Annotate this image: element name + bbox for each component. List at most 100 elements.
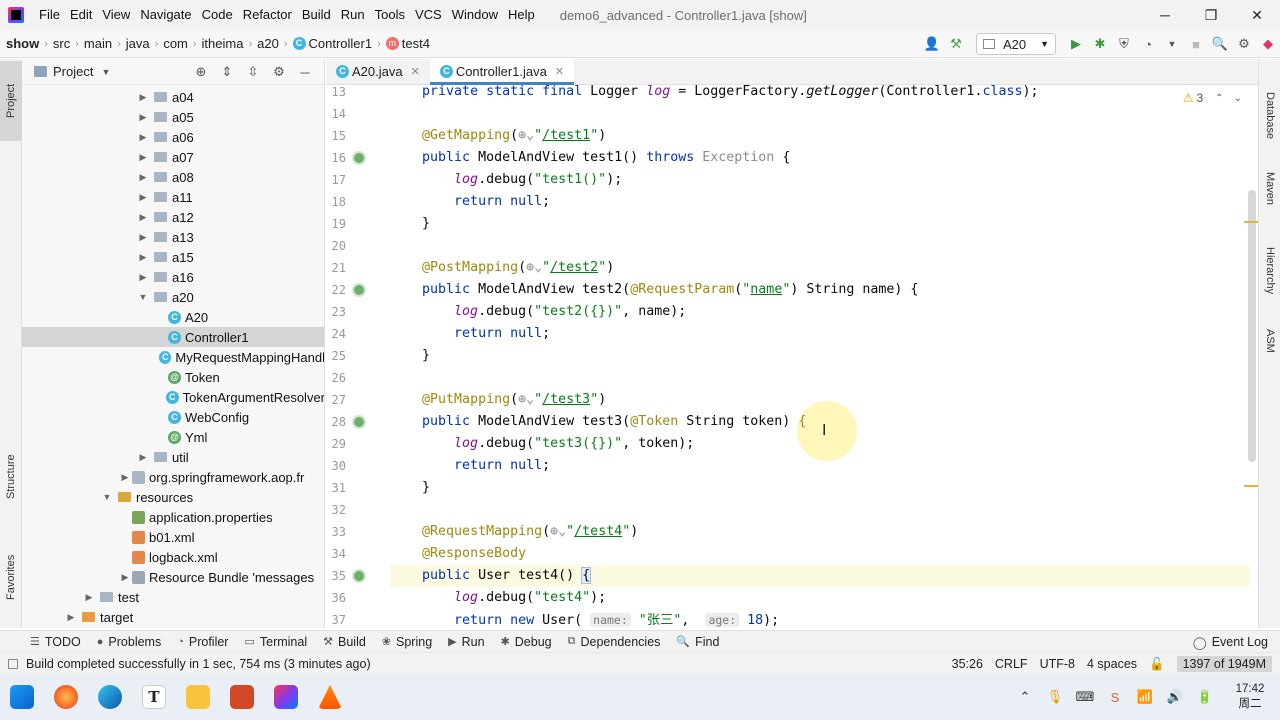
menu-help[interactable]: Help: [503, 0, 540, 30]
chevron-right-icon[interactable]: ▶: [136, 172, 150, 183]
jetbrains-logo-icon[interactable]: ◆: [1256, 36, 1280, 52]
breadcrumb-a20[interactable]: a20: [257, 36, 279, 51]
hammer-build-icon[interactable]: ⚒: [944, 36, 968, 52]
chevron-right-icon[interactable]: ▶: [118, 572, 132, 583]
tree-item[interactable]: ▼ a20: [22, 287, 324, 307]
chevron-right-icon[interactable]: ▶: [64, 612, 78, 623]
tree-item[interactable]: ▶ util: [22, 447, 324, 467]
chevron-right-icon[interactable]: ▶: [136, 132, 150, 143]
menu-tools[interactable]: Tools: [370, 0, 410, 30]
search-icon[interactable]: 🔍: [1208, 36, 1232, 52]
spring-endpoint-icon[interactable]: [352, 569, 366, 583]
tool-tab-database[interactable]: Database: [1259, 81, 1280, 151]
tool-window-todo[interactable]: ☰ TODO: [22, 635, 89, 649]
tool-window-debug[interactable]: ✱ Debug: [493, 635, 560, 649]
code-line[interactable]: log.debug("test2({})", name);: [390, 301, 1250, 323]
tool-tab-favorites[interactable]: Favorites: [0, 535, 22, 619]
tree-item[interactable]: ▶ a07: [22, 147, 324, 167]
tree-item[interactable]: C WebConfig: [22, 407, 324, 427]
intellij-taskbar-button[interactable]: [264, 674, 308, 720]
menu-window[interactable]: Window: [447, 0, 503, 30]
user-icon[interactable]: 👤: [920, 36, 944, 52]
start-button[interactable]: [0, 674, 44, 720]
powerpoint-taskbar-button[interactable]: [220, 674, 264, 720]
code-line[interactable]: }: [390, 213, 1250, 235]
menu-run[interactable]: Run: [336, 0, 370, 30]
debug-icon[interactable]: ✱: [1088, 36, 1112, 52]
battery-icon[interactable]: 🔋: [1190, 689, 1220, 705]
breadcrumb-src[interactable]: src: [53, 36, 70, 51]
chevron-right-icon[interactable]: ▶: [136, 272, 150, 283]
tree-item[interactable]: C MyRequestMappingHandl: [22, 347, 324, 367]
spring-endpoint-icon[interactable]: [352, 151, 366, 165]
status-message[interactable]: Build completed successfully in 1 sec, 7…: [8, 657, 371, 671]
tree-item[interactable]: @ Token: [22, 367, 324, 387]
project-panel-title[interactable]: Project: [53, 64, 93, 79]
code-line[interactable]: public User test4() {: [390, 565, 1250, 587]
code-line[interactable]: log.debug("test4");: [390, 587, 1250, 609]
tree-item[interactable]: b01.xml: [22, 527, 324, 547]
tab-a20-java[interactable]: C A20.java ✕: [326, 59, 430, 84]
tool-tab-structure[interactable]: Structure: [0, 437, 22, 517]
minimize-panel-icon[interactable]: ─: [292, 65, 318, 80]
tool-tab-maven[interactable]: Maven: [1259, 159, 1280, 219]
tool-window-find[interactable]: 🔍 Find: [668, 635, 727, 649]
run-configuration-select[interactable]: A20 ▼: [975, 33, 1056, 55]
gear-icon[interactable]: ⚙: [266, 64, 292, 80]
code-line[interactable]: return null;: [390, 191, 1250, 213]
close-window-button[interactable]: ✕: [1234, 0, 1280, 30]
spring-endpoint-icon[interactable]: [352, 415, 366, 429]
menu-refactor[interactable]: Refactor: [238, 0, 297, 30]
chevron-right-icon[interactable]: ▶: [82, 592, 96, 603]
code-editor[interactable]: ⚠ 3 ⌃ ⌄ private static final Logger log …: [384, 85, 1258, 628]
tab-controller1-java[interactable]: C Controller1.java ✕: [429, 59, 575, 85]
code-line[interactable]: }: [390, 477, 1250, 499]
tree-item[interactable]: ▼ resources: [22, 487, 324, 507]
line-separator[interactable]: CRLF: [995, 657, 1028, 671]
spring-endpoint-icon[interactable]: [352, 283, 366, 297]
breadcrumb-itheima[interactable]: itheima: [202, 36, 244, 51]
menu-edit[interactable]: Edit: [65, 0, 97, 30]
code-line[interactable]: @ResponseBody: [390, 543, 1250, 565]
lock-icon[interactable]: 🔓: [1149, 657, 1165, 672]
collapse-all-icon[interactable]: ⇳: [240, 64, 266, 80]
profile-icon[interactable]: ◔: [1136, 37, 1160, 52]
maximize-button[interactable]: ❐: [1188, 0, 1234, 30]
file-encoding[interactable]: UTF-8: [1040, 657, 1075, 671]
chevron-right-icon[interactable]: ▶: [118, 472, 132, 483]
minimize-button[interactable]: ─: [1142, 0, 1188, 30]
chevron-down-icon[interactable]: ▼: [136, 292, 150, 302]
code-line[interactable]: private static final Logger log = Logger…: [390, 85, 1250, 103]
clock[interactable]: 17:42 周二: [1220, 682, 1280, 712]
code-line[interactable]: [390, 499, 1250, 521]
firefox-taskbar-button[interactable]: [44, 674, 88, 720]
explorer-taskbar-button[interactable]: [176, 674, 220, 720]
breadcrumb-java[interactable]: java: [126, 36, 150, 51]
run-icon[interactable]: ▶: [1064, 36, 1088, 52]
tree-item[interactable]: ▶ Resource Bundle 'messages: [22, 567, 324, 587]
menu-file[interactable]: File: [34, 0, 65, 30]
code-line[interactable]: public ModelAndView test1() throws Excep…: [390, 147, 1250, 169]
tree-item[interactable]: C Controller1: [22, 327, 324, 347]
warning-marker[interactable]: [1244, 485, 1258, 487]
code-line[interactable]: }: [390, 345, 1250, 367]
chevron-right-icon[interactable]: ▶: [136, 152, 150, 163]
tree-item[interactable]: ▶ a12: [22, 207, 324, 227]
layout-toggle-icon[interactable]: [8, 658, 18, 669]
microphone-icon[interactable]: 🎙: [1040, 689, 1070, 705]
chevron-right-icon[interactable]: ▶: [136, 112, 150, 123]
breadcrumb-show[interactable]: show: [6, 36, 39, 51]
chevron-right-icon[interactable]: ▶: [136, 92, 150, 103]
editor-scrollbar[interactable]: [1248, 190, 1256, 462]
code-line[interactable]: public ModelAndView test2(@RequestParam(…: [390, 279, 1250, 301]
chevron-down-icon[interactable]: ▼: [100, 492, 114, 502]
tool-tab-project[interactable]: Project: [0, 61, 22, 141]
memory-indicator[interactable]: 1397 of 1949M: [1176, 656, 1272, 672]
event-log-button[interactable]: ◯ Event Log: [1193, 631, 1268, 653]
tree-item[interactable]: ▶ a13: [22, 227, 324, 247]
close-icon[interactable]: ✕: [411, 65, 420, 78]
code-line[interactable]: return new User( name: "张三", age: 18);: [390, 609, 1250, 628]
tool-window-terminal[interactable]: ▭ Terminal: [236, 635, 315, 649]
tool-window-profiler[interactable]: ◔ Profiler: [169, 635, 236, 649]
tree-item[interactable]: ▶ a04: [22, 87, 324, 107]
